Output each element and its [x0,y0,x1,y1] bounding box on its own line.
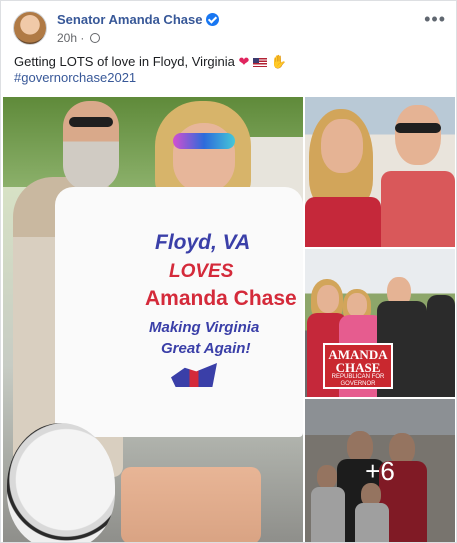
sunglasses-icon [69,117,113,127]
side-photo-1[interactable] [305,97,455,247]
black-shirt [427,295,455,397]
globe-icon [89,33,100,43]
verified-badge-icon [206,13,220,26]
campaign-sign: AMANDA CHASE REPUBLICAN FOR GOVERNOR [323,343,393,389]
hashtag-link[interactable]: #governorchase2021 [14,70,136,85]
tshirt [55,187,303,437]
more-photos-overlay[interactable]: +6 [305,399,455,542]
sign-name-line: CHASE [335,360,381,375]
main-photo[interactable]: Floyd, VA LOVES Amanda Chase Making Virg… [3,97,303,542]
shirt-text-line: Amanda Chase [145,287,297,310]
sign-subline: REPUBLICAN FOR GOVERNOR [331,374,385,387]
author-name-text[interactable]: Senator Amanda Chase [57,12,202,27]
bearded-man-head [63,101,119,191]
post-meta: 20h · [57,31,100,45]
author-name[interactable]: Senator Amanda Chase [57,12,220,27]
more-photos-count[interactable]: +6 [365,456,395,487]
legs [121,467,261,542]
red-dress [305,197,381,247]
red-shirt [381,171,455,247]
shirt-text-line: Making Virginia [149,319,260,336]
author-avatar[interactable] [13,11,47,45]
post-timestamp[interactable]: 20h [57,31,77,45]
sunglasses-icon [395,123,441,133]
woman-face [317,285,339,313]
shirt-text-line: Floyd, VA [155,231,251,254]
facebook-post-card: Senator Amanda Chase 20h · ••• Getting L… [0,0,457,543]
praying-hands-emoji-icon: ✋ [270,54,287,69]
rainbow-sunglasses-icon [173,133,235,149]
side-photo-2[interactable]: AMANDA CHASE REPUBLICAN FOR GOVERNOR [305,249,455,397]
post-text: Getting LOTS of love in Floyd, Virginia … [14,54,444,86]
more-options-icon[interactable]: ••• [424,9,446,30]
post-body: Getting LOTS of love in Floyd, Virginia [14,54,235,69]
heart-emoji-icon: ❤ [238,54,250,69]
side-photo-3[interactable]: +6 [305,399,455,542]
post-header: Senator Amanda Chase 20h · ••• [13,9,446,47]
us-flag-emoji-icon [253,58,268,67]
shirt-text-line: Great Again! [161,340,251,357]
woman-face [321,119,363,173]
bucket-hat [7,423,115,542]
shirt-text-line: LOVES [169,261,234,282]
woman-face [347,293,367,317]
man-face [395,105,441,165]
